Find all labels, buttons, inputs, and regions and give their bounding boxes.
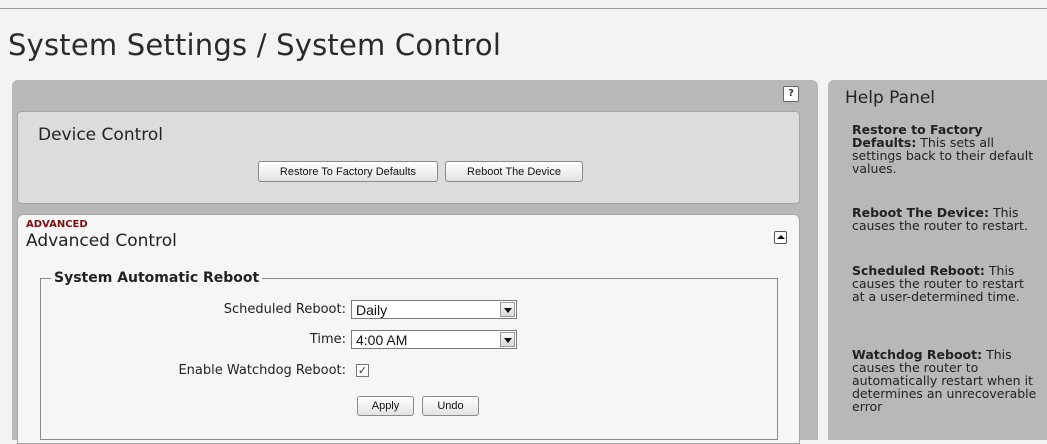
help-question-icon[interactable]: ? bbox=[783, 86, 799, 102]
top-divider bbox=[0, 8, 1047, 9]
time-select[interactable]: 4:00 AM bbox=[351, 330, 517, 349]
chevron-down-icon[interactable] bbox=[500, 332, 515, 347]
advanced-badge: ADVANCED bbox=[26, 219, 88, 230]
reboot-device-button[interactable]: Reboot The Device bbox=[445, 161, 583, 182]
time-label: Time: bbox=[309, 332, 346, 347]
apply-button[interactable]: Apply bbox=[357, 396, 414, 416]
help-item-watchdog: Watchdog Reboot: This causes the router … bbox=[852, 348, 1037, 413]
help-item-reboot: Reboot The Device: This causes the route… bbox=[852, 206, 1037, 232]
help-item-scheduled: Scheduled Reboot: This causes the router… bbox=[852, 264, 1037, 303]
collapse-up-icon[interactable] bbox=[774, 231, 787, 244]
device-control-title: Device Control bbox=[38, 125, 163, 145]
help-panel-title: Help Panel bbox=[845, 88, 936, 108]
undo-button[interactable]: Undo bbox=[422, 396, 479, 416]
watchdog-reboot-checkbox[interactable]: ✓ bbox=[356, 364, 369, 377]
restore-factory-defaults-button[interactable]: Restore To Factory Defaults bbox=[258, 161, 438, 182]
scheduled-reboot-value: Daily bbox=[356, 302, 388, 318]
help-item-restore: Restore to Factory Defaults: This sets a… bbox=[852, 123, 1037, 175]
page-title: System Settings / System Control bbox=[8, 28, 502, 62]
watchdog-reboot-label: Enable Watchdog Reboot: bbox=[178, 363, 346, 378]
time-value: 4:00 AM bbox=[356, 332, 408, 348]
scheduled-reboot-select[interactable]: Daily bbox=[351, 300, 517, 319]
scheduled-reboot-label: Scheduled Reboot: bbox=[223, 302, 346, 317]
fieldset-legend: System Automatic Reboot bbox=[54, 270, 260, 286]
advanced-control-title: Advanced Control bbox=[26, 231, 177, 251]
chevron-down-icon[interactable] bbox=[500, 302, 515, 317]
